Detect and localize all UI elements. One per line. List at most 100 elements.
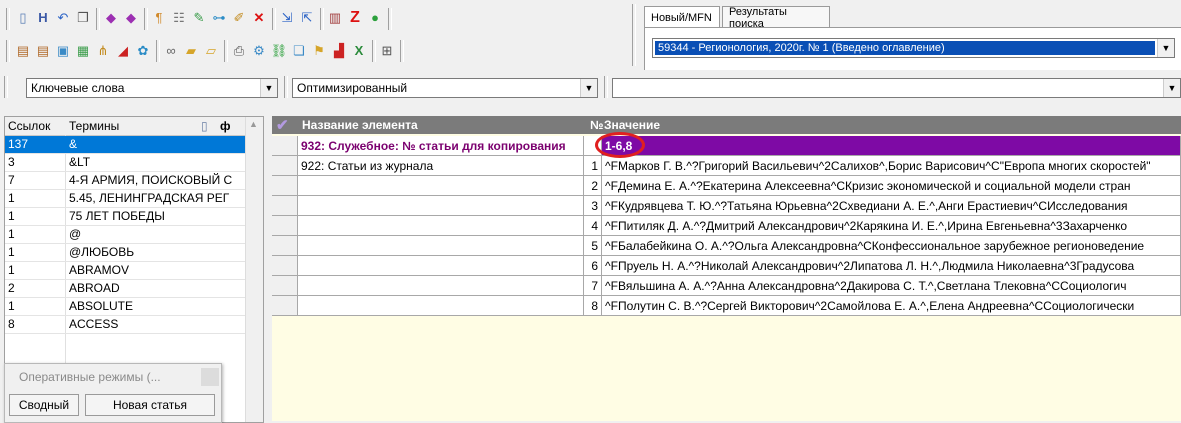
edit-icon[interactable]: ✎ xyxy=(190,9,208,27)
header-terms[interactable]: Термины xyxy=(69,119,119,133)
chevron-down-icon[interactable]: ▼ xyxy=(1157,39,1174,57)
table-row[interactable]: 7 ^FВяльшина А. А.^?Анна Александровна^2… xyxy=(272,276,1181,296)
filter-icon[interactable]: ⚙ xyxy=(250,42,268,60)
image-icon[interactable]: ▣ xyxy=(54,42,72,60)
term-count: 1 xyxy=(8,299,15,313)
delete-icon[interactable]: ✕ xyxy=(250,9,268,27)
table-row[interactable]: 2 ^FДемина Е. А.^?Екатерина Алексеевна^C… xyxy=(272,176,1181,196)
tab-search-results[interactable]: Результаты поиска xyxy=(722,6,830,30)
list-item[interactable]: 1 75 ЛЕТ ПОБЕДЫ xyxy=(5,208,245,226)
save-icon[interactable]: H xyxy=(34,9,52,27)
value-cell[interactable]: ^FКудрявцева Т. Ю.^?Татьяна Юрьевна^2Схв… xyxy=(602,196,1181,216)
value-cell[interactable]: ^FБалабейкина О. А.^?Ольга Александровна… xyxy=(602,236,1181,256)
list-item[interactable]: 8 ACCESS xyxy=(5,316,245,334)
table-row[interactable]: 932: Служебное: № статьи для копирования… xyxy=(272,136,1181,156)
record-select[interactable]: 59344 - Регионология, 2020г. № 1 (Введен… xyxy=(652,38,1175,58)
chevron-down-icon[interactable]: ▼ xyxy=(1163,79,1180,97)
list-item[interactable]: 1 @ xyxy=(5,226,245,244)
table-row[interactable]: 922: Статьи из журнала 1 ^FМарков Г. В.^… xyxy=(272,156,1181,176)
table-row[interactable]: 5 ^FБалабейкина О. А.^?Ольга Александров… xyxy=(272,236,1181,256)
chevron-down-icon[interactable]: ▼ xyxy=(260,79,277,97)
list-item[interactable]: 1 ABSOLUTE xyxy=(5,298,245,316)
tree-icon[interactable]: ⊶ xyxy=(210,9,228,27)
card-icon[interactable]: ▤ xyxy=(14,42,32,60)
field-icon[interactable]: ¶ xyxy=(150,9,168,27)
list-item[interactable]: 3 &LT xyxy=(5,154,245,172)
undo-icon[interactable]: ↶ xyxy=(54,9,72,27)
search-field-select[interactable]: Ключевые слова ▼ xyxy=(26,78,278,98)
document-icon[interactable]: ▯ xyxy=(201,119,208,133)
chevron-down-icon[interactable]: ▼ xyxy=(580,79,597,97)
list-item[interactable]: 7 4-Я АРМИЯ, ПОИСКОВЫЙ С xyxy=(5,172,245,190)
close-icon[interactable] xyxy=(201,368,219,386)
number-cell: 5 xyxy=(584,236,602,256)
card-alt-icon[interactable]: ▤ xyxy=(34,42,52,60)
link-icon[interactable]: ∞ xyxy=(162,42,180,60)
forward-arrow-icon[interactable]: ◆ xyxy=(122,9,140,27)
template-icon[interactable]: ▦ xyxy=(74,42,92,60)
list-item[interactable]: 1 @ЛЮБОВЬ xyxy=(5,244,245,262)
element-name-cell[interactable]: 922: Статьи из журнала xyxy=(298,156,584,176)
element-name-cell[interactable] xyxy=(298,296,584,316)
link-chain-icon[interactable]: ⛓ xyxy=(270,42,288,60)
value-cell[interactable]: 1-6,8 xyxy=(602,136,1181,156)
element-name-cell[interactable] xyxy=(298,176,584,196)
element-name-cell[interactable] xyxy=(298,196,584,216)
value-cell[interactable]: ^FМарков Г. В.^?Григорий Васильевич^2Сал… xyxy=(602,156,1181,176)
element-name-cell[interactable] xyxy=(298,256,584,276)
settings-icon[interactable]: ⊞ xyxy=(378,42,396,60)
header-value[interactable]: Значение xyxy=(604,118,660,132)
scroll-up-icon[interactable]: ▲ xyxy=(249,119,258,129)
value-cell[interactable]: ^FДемина Е. А.^?Екатерина Алексеевна^CКр… xyxy=(602,176,1181,196)
eraser-icon[interactable]: ◢ xyxy=(114,42,132,60)
list-item[interactable]: 1 ABRAMOV xyxy=(5,262,245,280)
header-element-name[interactable]: Название элемента xyxy=(302,118,418,132)
search-query-select[interactable]: ▼ xyxy=(612,78,1181,98)
tag-icon[interactable]: ⚑ xyxy=(310,42,328,60)
element-name-cell[interactable] xyxy=(298,216,584,236)
table-row[interactable]: 8 ^FПолутин С. В.^?Сергей Викторович^2Са… xyxy=(272,296,1181,316)
list-item[interactable]: 137 & xyxy=(5,136,245,154)
table-row[interactable]: 6 ^FПруель Н. А.^?Николай Александрович^… xyxy=(272,256,1181,276)
value-cell[interactable]: ^FВяльшина А. А.^?Анна Александровна^2Да… xyxy=(602,276,1181,296)
tree-edit-icon[interactable]: ⋔ xyxy=(94,42,112,60)
pencil-icon[interactable]: ✐ xyxy=(230,9,248,27)
element-name-cell[interactable] xyxy=(298,276,584,296)
z-icon[interactable]: Z xyxy=(346,9,364,27)
chart-icon[interactable]: ▟ xyxy=(330,42,348,60)
import-icon[interactable]: ⇲ xyxy=(278,9,296,27)
search-mode-select[interactable]: Оптимизированный ▼ xyxy=(292,78,598,98)
export-icon[interactable]: ⇱ xyxy=(298,9,316,27)
new-document-icon[interactable]: ▯ xyxy=(14,9,32,27)
table-row[interactable]: 3 ^FКудрявцева Т. Ю.^?Татьяна Юрьевна^2С… xyxy=(272,196,1181,216)
element-name-cell[interactable]: 932: Служебное: № статьи для копирования xyxy=(298,136,584,156)
element-name-cell[interactable] xyxy=(298,236,584,256)
scrollbar[interactable]: ▲ xyxy=(245,117,263,422)
folder-icon[interactable]: ▰ xyxy=(182,42,200,60)
globe-icon[interactable]: ● xyxy=(366,9,384,27)
value-cell[interactable]: ^FПолутин С. В.^?Сергей Викторович^2Само… xyxy=(602,296,1181,316)
page-copy-icon[interactable]: ❏ xyxy=(290,42,308,60)
folder-open-icon[interactable]: ▱ xyxy=(202,42,220,60)
excel-icon[interactable]: X xyxy=(350,42,368,60)
list-icon[interactable]: ☷ xyxy=(170,9,188,27)
list-item[interactable]: 1 5.45, ЛЕНИНГРАДСКАЯ РЕГ xyxy=(5,190,245,208)
back-arrow-icon[interactable]: ◆ xyxy=(102,9,120,27)
new-article-button[interactable]: Новая статья xyxy=(85,394,215,416)
number-cell: 6 xyxy=(584,256,602,276)
tab-new-mfn[interactable]: Новый/MFN xyxy=(644,6,720,28)
print-icon[interactable]: ⎙ xyxy=(230,42,248,60)
pin-icon[interactable]: ф xyxy=(220,119,231,133)
copy-icon[interactable]: ❐ xyxy=(74,9,92,27)
header-number[interactable]: № xyxy=(590,118,603,132)
summary-button[interactable]: Сводный xyxy=(9,394,79,416)
toolbar-row-1: ▯ H ↶ ❐ ◆ ◆ ¶ ☷ ✎ ⊶ ✐ ✕ ⇲ ⇱ ▥ Z ● xyxy=(0,0,630,34)
value-cell[interactable]: ^FПруель Н. А.^?Николай Александрович^2Л… xyxy=(602,256,1181,276)
term-text: 5.45, ЛЕНИНГРАДСКАЯ РЕГ xyxy=(69,191,230,205)
header-count[interactable]: Ссылок xyxy=(8,119,50,133)
value-cell[interactable]: ^FПитиляк Д. А.^?Дмитрий Александрович^2… xyxy=(602,216,1181,236)
table-row[interactable]: 4 ^FПитиляк Д. А.^?Дмитрий Александрович… xyxy=(272,216,1181,236)
books-icon[interactable]: ▥ xyxy=(326,9,344,27)
palette-icon[interactable]: ✿ xyxy=(134,42,152,60)
list-item[interactable]: 2 ABROAD xyxy=(5,280,245,298)
